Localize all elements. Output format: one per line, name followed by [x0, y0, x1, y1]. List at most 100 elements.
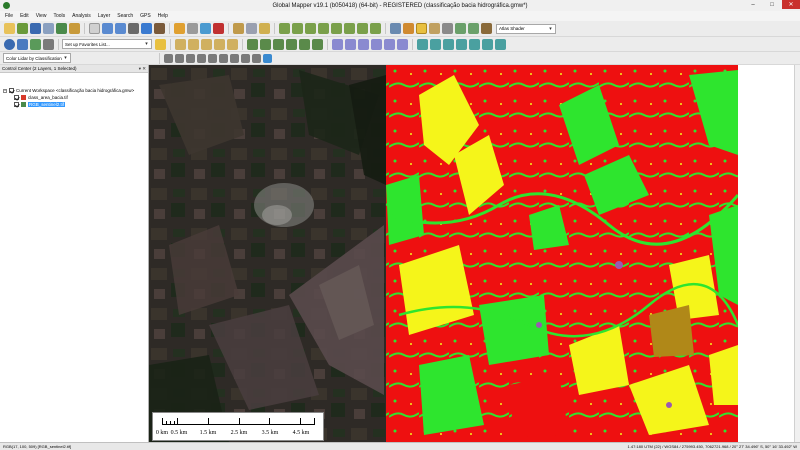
move-5-icon[interactable]	[384, 38, 395, 50]
calc-5-icon[interactable]	[299, 38, 310, 50]
lidar-tool-3-icon[interactable]	[186, 53, 195, 63]
3d-view-icon[interactable]	[17, 38, 28, 50]
terrain-6-icon[interactable]	[344, 23, 355, 34]
globe-icon[interactable]	[4, 38, 15, 50]
lidar-7-icon[interactable]	[495, 38, 506, 50]
move-1-icon[interactable]	[332, 38, 343, 50]
label-icon[interactable]	[259, 23, 270, 34]
online-data-icon[interactable]	[30, 38, 41, 50]
draw-point-icon[interactable]	[214, 38, 225, 50]
lidar-tool-9-icon[interactable]	[252, 53, 261, 63]
menu-tools[interactable]: Tools	[53, 13, 65, 19]
terrain-8-icon[interactable]	[370, 23, 381, 34]
map-scrollbar[interactable]	[794, 65, 800, 442]
lidar-5-icon[interactable]	[469, 38, 480, 50]
lidar-tool-1-icon[interactable]	[164, 53, 173, 63]
terrain-1-icon[interactable]	[279, 23, 290, 34]
layer-checkbox[interactable]	[14, 95, 19, 100]
elevation-icon[interactable]	[481, 23, 492, 34]
maximize-button[interactable]: □	[763, 0, 781, 9]
move-4-icon[interactable]	[371, 38, 382, 50]
menu-gps[interactable]: GPS	[140, 13, 151, 19]
terrain-3-icon[interactable]	[305, 23, 316, 34]
menu-edit[interactable]: Edit	[20, 13, 29, 19]
open-folder-icon[interactable]	[4, 23, 15, 34]
light-icon[interactable]	[403, 23, 414, 34]
control-center-icon[interactable]	[56, 23, 67, 34]
terrain-5-icon[interactable]	[331, 23, 342, 34]
workspace-node[interactable]: − Current Workspace <classificação bacia…	[0, 87, 148, 94]
calc-3-icon[interactable]	[273, 38, 284, 50]
lidar-tool-4-icon[interactable]	[197, 53, 206, 63]
contrast-icon[interactable]	[442, 23, 453, 34]
menu-help[interactable]: Help	[158, 13, 168, 19]
move-6-icon[interactable]	[397, 38, 408, 50]
water-icon[interactable]	[468, 23, 479, 34]
lidar-tool-10-icon[interactable]	[263, 53, 272, 63]
pencil-icon[interactable]	[175, 38, 186, 50]
lidar-3-icon[interactable]	[443, 38, 454, 50]
back-icon[interactable]	[141, 23, 152, 34]
lidar-tool-5-icon[interactable]	[208, 53, 217, 63]
map-canvas[interactable]	[149, 65, 794, 442]
move-2-icon[interactable]	[345, 38, 356, 50]
lidar-tool-7-icon[interactable]	[230, 53, 239, 63]
lidar-tool-2-icon[interactable]	[175, 53, 184, 63]
lidar-6-icon[interactable]	[482, 38, 493, 50]
zoom-out-icon[interactable]	[115, 23, 126, 34]
layer-checkbox[interactable]	[14, 102, 19, 107]
lidar-tool-6-icon[interactable]	[219, 53, 228, 63]
menu-search[interactable]: Search	[117, 13, 133, 19]
delete-icon[interactable]	[213, 23, 224, 34]
print-icon[interactable]	[43, 23, 54, 34]
open-data-icon[interactable]	[17, 23, 28, 34]
shade-icon[interactable]	[429, 23, 440, 34]
overview-map-icon[interactable]	[69, 23, 80, 34]
terrain-2-icon[interactable]	[292, 23, 303, 34]
lidar-4-icon[interactable]	[456, 38, 467, 50]
lidar-1-icon[interactable]	[417, 38, 428, 50]
layer-item[interactable]: class_area_bacia.tif	[0, 94, 148, 101]
view-shed-icon[interactable]	[246, 23, 257, 34]
star-icon[interactable]	[155, 38, 166, 50]
select-arrow-icon[interactable]	[89, 23, 100, 34]
lidar-tool-8-icon[interactable]	[241, 53, 250, 63]
lidar-2-icon[interactable]	[430, 38, 441, 50]
zoom-extents-icon[interactable]	[128, 23, 139, 34]
calc-1-icon[interactable]	[247, 38, 258, 50]
workspace-checkbox[interactable]	[9, 88, 14, 93]
panel-close-icon[interactable]: ▾ ✕	[139, 66, 146, 72]
edit-vertex-icon[interactable]	[227, 38, 238, 50]
draw-line-icon[interactable]	[188, 38, 199, 50]
shader-select[interactable]: Atlas Shader ▾	[496, 23, 556, 34]
draw-area-icon[interactable]	[201, 38, 212, 50]
menu-layer[interactable]: Layer	[98, 13, 111, 19]
grid-icon[interactable]	[390, 23, 401, 34]
path-profile-icon[interactable]	[233, 23, 244, 34]
favorites-select[interactable]: Set up Favorites List... ▾	[62, 39, 152, 49]
digitizer-icon[interactable]	[174, 23, 185, 34]
vertical-exag-icon[interactable]	[455, 23, 466, 34]
layer-item[interactable]: RGB_sentinel2.tif	[0, 101, 148, 108]
collapse-icon[interactable]: −	[3, 88, 7, 93]
terrain-4-icon[interactable]	[318, 23, 329, 34]
map-view[interactable]	[149, 65, 794, 442]
menu-analysis[interactable]: Analysis	[72, 13, 91, 19]
save-icon[interactable]	[30, 23, 41, 34]
tile-icon[interactable]	[43, 38, 54, 50]
zoom-in-icon[interactable]	[102, 23, 113, 34]
calc-2-icon[interactable]	[260, 38, 271, 50]
sun-icon[interactable]	[416, 23, 427, 34]
close-button[interactable]: ✕	[782, 0, 800, 9]
move-3-icon[interactable]	[358, 38, 369, 50]
feature-info-icon[interactable]	[200, 23, 211, 34]
terrain-7-icon[interactable]	[357, 23, 368, 34]
calc-4-icon[interactable]	[286, 38, 297, 50]
lidar-color-select[interactable]: Color Lidar by Classification ▾	[3, 53, 71, 63]
menu-view[interactable]: View	[36, 13, 47, 19]
home-icon[interactable]	[154, 23, 165, 34]
minimize-button[interactable]: –	[744, 0, 762, 9]
measure-icon[interactable]	[187, 23, 198, 34]
menu-file[interactable]: File	[5, 13, 13, 19]
calc-6-icon[interactable]	[312, 38, 323, 50]
